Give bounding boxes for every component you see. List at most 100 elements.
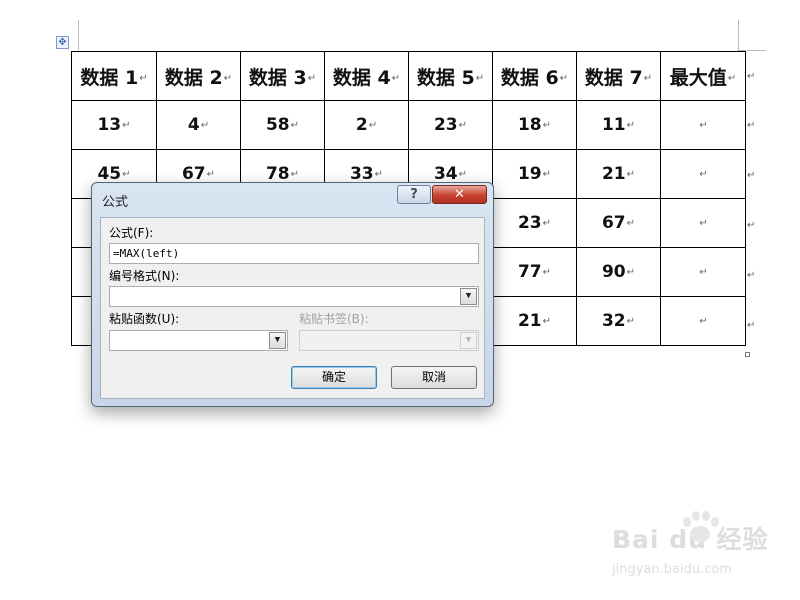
help-icon: ? (410, 187, 418, 202)
paste-function-select[interactable]: ▼ (109, 330, 288, 351)
header-cell[interactable]: 数据 5↵ (408, 51, 493, 101)
paragraph-mark-icon: ↵ (626, 266, 636, 278)
cell-value: 11 (601, 115, 626, 135)
header-cell[interactable]: 数据 2↵ (156, 51, 241, 101)
paragraph-mark-icon: ↵ (699, 315, 708, 327)
baidu-jingyan-watermark: Bai du 经验 jingyan.baidu.com (612, 511, 769, 577)
table-cell[interactable]: ↵ (660, 100, 746, 150)
chevron-down-icon[interactable]: ▼ (269, 332, 286, 349)
table-row: 13↵ 4↵ 58↵ 2↵ 23↵ 18↵ 11↵ ↵ (71, 100, 746, 150)
paragraph-mark-icon: ↵ (542, 168, 552, 180)
paragraph-mark-icon: ↵ (542, 217, 552, 229)
cell-value: 90 (601, 262, 626, 282)
header-cell[interactable]: 数据 3↵ (240, 51, 325, 101)
paw-logo-icon (683, 511, 719, 542)
ok-button[interactable]: 确定 (291, 366, 377, 389)
header-cell-text: 数据 1 (80, 66, 139, 89)
chevron-down-icon: ▼ (460, 332, 477, 349)
header-cell[interactable]: 数据 1↵ (71, 51, 157, 101)
table-cell[interactable]: ↵ (660, 296, 746, 346)
number-format-label: 编号格式(N): (109, 269, 180, 283)
header-cell-text: 数据 7 (584, 66, 643, 89)
close-button[interactable]: ✕ (432, 185, 487, 204)
table-cell[interactable]: 23↵ (492, 198, 577, 248)
table-cell[interactable]: ↵ (660, 247, 746, 297)
header-cell-text: 数据 2 (164, 66, 223, 89)
formula-input[interactable]: =MAX(left) (109, 243, 479, 264)
cell-value: 4 (187, 115, 200, 135)
paragraph-mark-icon: ↵ (699, 119, 708, 131)
row-end-mark-icon: ↵ (747, 120, 756, 131)
table-cell[interactable]: 11↵ (576, 100, 661, 150)
cell-value: 34 (433, 164, 458, 184)
cell-value: 77 (517, 262, 542, 282)
paste-function-label: 粘贴函数(U): (109, 312, 180, 326)
paragraph-mark-icon: ↵ (626, 168, 636, 180)
cell-value: 32 (601, 311, 626, 331)
paragraph-mark-icon: ↵ (542, 119, 552, 131)
chevron-down-icon[interactable]: ▼ (460, 288, 477, 305)
paragraph-mark-icon: ↵ (542, 266, 552, 278)
row-end-mark-icon: ↵ (747, 220, 756, 231)
formula-label: 公式(F): (109, 226, 154, 240)
header-cell[interactable]: 数据 4↵ (324, 51, 409, 101)
table-header-row: 数据 1↵ 数据 2↵ 数据 3↵ 数据 4↵ 数据 5↵ 数据 6↵ 数据 7… (71, 51, 746, 101)
paragraph-mark-icon: ↵ (542, 315, 552, 327)
cell-value: 19 (517, 164, 542, 184)
paragraph-mark-icon: ↵ (139, 72, 148, 84)
help-button[interactable]: ? (397, 185, 431, 204)
number-format-select[interactable]: ▼ (109, 286, 479, 307)
header-cell[interactable]: 数据 6↵ (492, 51, 577, 101)
page-corner-mark (78, 20, 79, 50)
cell-value: 18 (517, 115, 542, 135)
table-cell[interactable]: 90↵ (576, 247, 661, 297)
table-cell[interactable]: 32↵ (576, 296, 661, 346)
table-cell[interactable]: ↵ (660, 149, 746, 199)
cell-value: 33 (349, 164, 374, 184)
table-cell[interactable]: 67↵ (576, 198, 661, 248)
paragraph-mark-icon: ↵ (475, 72, 485, 84)
paragraph-mark-icon: ↵ (374, 168, 384, 180)
paragraph-mark-icon: ↵ (626, 217, 636, 229)
watermark-url: jingyan.baidu.com (612, 562, 732, 577)
table-resize-handle[interactable] (745, 352, 750, 357)
paragraph-mark-icon: ↵ (458, 168, 468, 180)
table-cell[interactable]: 21↵ (576, 149, 661, 199)
table-cell[interactable]: 18↵ (492, 100, 577, 150)
paragraph-mark-icon: ↵ (699, 168, 708, 180)
header-cell-text: 数据 3 (248, 66, 307, 89)
cell-value: 21 (517, 311, 542, 331)
header-cell-text: 数据 5 (416, 66, 475, 89)
cell-value: 67 (601, 213, 626, 233)
paragraph-mark-icon: ↵ (223, 72, 233, 84)
table-cell[interactable]: 4↵ (156, 100, 241, 150)
row-end-mark-icon: ↵ (747, 270, 756, 281)
row-end-mark-icon: ↵ (747, 71, 756, 82)
cancel-button[interactable]: 取消 (391, 366, 477, 389)
table-cell[interactable]: 2↵ (324, 100, 409, 150)
header-cell-text: 最大值 (669, 66, 727, 89)
table-cell[interactable]: 13↵ (71, 100, 157, 150)
header-cell-text: 数据 4 (332, 66, 391, 89)
table-cell[interactable]: ↵ (660, 198, 746, 248)
cell-value: 45 (97, 164, 122, 184)
table-cell[interactable]: 58↵ (240, 100, 325, 150)
paragraph-mark-icon: ↵ (391, 72, 401, 84)
cell-value: 2 (355, 115, 368, 135)
paragraph-mark-icon: ↵ (200, 119, 210, 131)
header-cell-text: 数据 6 (500, 66, 559, 89)
paragraph-mark-icon: ↵ (307, 72, 317, 84)
table-cell[interactable]: 23↵ (408, 100, 493, 150)
paragraph-mark-icon: ↵ (458, 119, 468, 131)
paragraph-mark-icon: ↵ (699, 266, 708, 278)
table-cell[interactable]: 21↵ (492, 296, 577, 346)
paragraph-mark-icon: ↵ (727, 72, 737, 84)
table-cell[interactable]: 19↵ (492, 149, 577, 199)
paste-bookmark-select: ▼ (299, 330, 479, 351)
paragraph-mark-icon: ↵ (626, 315, 636, 327)
paragraph-mark-icon: ↵ (626, 119, 636, 131)
table-move-handle-icon[interactable]: ✥ (56, 36, 69, 49)
table-cell[interactable]: 77↵ (492, 247, 577, 297)
header-cell[interactable]: 数据 7↵ (576, 51, 661, 101)
header-cell[interactable]: 最大值↵ (660, 51, 746, 101)
